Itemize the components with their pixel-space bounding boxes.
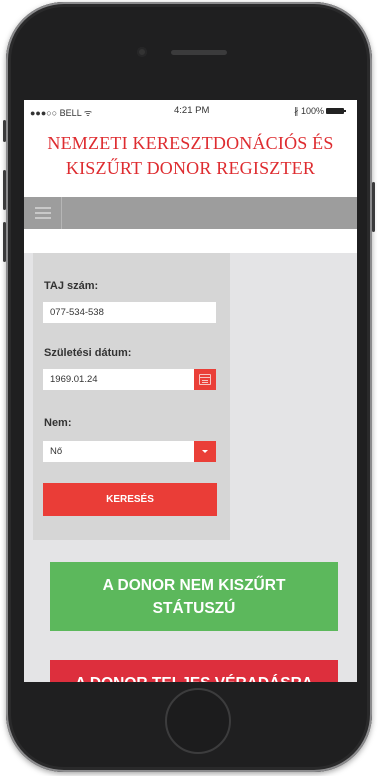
search-button[interactable]: KERESÉS <box>43 483 217 516</box>
status-green-line2: STÁTUSZÚ <box>152 600 236 617</box>
sex-select-value: Nő <box>50 446 63 457</box>
hamburger-icon <box>35 207 51 209</box>
dob-label: Születési dátum: <box>44 347 132 359</box>
sex-dropdown-button[interactable] <box>194 441 216 462</box>
battery-percentage: ∦ 100% <box>294 106 325 116</box>
volume-down-button <box>3 222 6 262</box>
page-title-line1: NEMZETI KERESZTDONÁCIÓS ÉS <box>47 133 334 153</box>
site-header: NEMZETI KERESZTDONÁCIÓS ÉS KISZŰRT DONOR… <box>24 120 357 197</box>
earpiece-speaker <box>171 50 227 55</box>
status-not-excluded-banner: A DONOR NEM KISZŰRT STÁTUSZÚ <box>50 562 338 631</box>
page-title: NEMZETI KERESZTDONÁCIÓS ÉS KISZŰRT DONOR… <box>24 131 357 181</box>
carrier-signal: ●●●○○ BELL ᯤ <box>30 108 93 118</box>
mute-switch <box>3 120 6 142</box>
sex-select[interactable]: Nő <box>43 441 216 462</box>
dob-input[interactable] <box>43 369 216 390</box>
battery-icon <box>326 108 346 114</box>
menu-button[interactable] <box>24 197 62 229</box>
status-full-donation-banner: A DONOR TELJES VÉRADÁSRA <box>50 660 338 682</box>
volume-up-button <box>3 170 6 210</box>
chevron-down-icon <box>202 450 208 453</box>
status-time: 4:21 PM <box>174 105 210 116</box>
taj-label: TAJ szám: <box>44 280 99 292</box>
search-form: TAJ szám: Születési dátum: Nem: Nő KERES… <box>33 253 230 540</box>
home-button[interactable] <box>165 688 231 754</box>
front-camera <box>137 47 147 57</box>
calendar-icon <box>199 374 211 385</box>
status-bar: ●●●○○ BELL ᯤ 4:21 PM ∦ 100% <box>24 100 357 120</box>
spacer-bar <box>24 229 357 253</box>
taj-input[interactable] <box>43 302 216 323</box>
status-green-line1: A DONOR NEM KISZŰRT <box>102 577 286 594</box>
nav-bar <box>24 197 357 229</box>
status-red-line1: A DONOR TELJES VÉRADÁSRA <box>50 672 338 682</box>
sex-label: Nem: <box>44 417 72 429</box>
power-button <box>372 182 375 232</box>
app-screen: ●●●○○ BELL ᯤ 4:21 PM ∦ 100% NEMZETI KERE… <box>24 100 357 682</box>
calendar-button[interactable] <box>194 369 216 390</box>
page-title-line2: KISZŰRT DONOR REGISZTER <box>65 158 316 178</box>
